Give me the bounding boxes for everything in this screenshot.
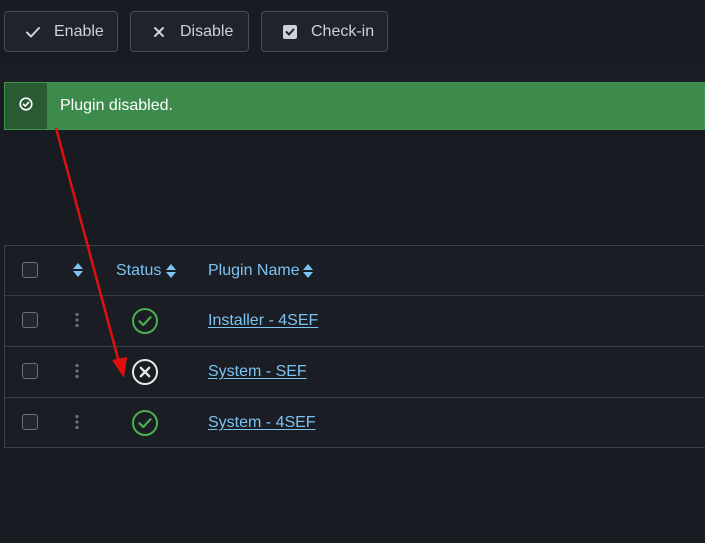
alert-message: Plugin disabled. — [60, 97, 173, 114]
plugin-name-link[interactable]: Installer - 4SEF — [208, 312, 318, 330]
x-circle-icon[interactable] — [131, 358, 159, 386]
toolbar: Enable Disable Check-in — [0, 0, 705, 64]
disable-button-label: Disable — [180, 22, 234, 40]
plugin-name-column-header[interactable]: Plugin Name — [208, 262, 300, 280]
checkin-button-label: Check-in — [311, 22, 375, 40]
check-circle-icon[interactable] — [131, 409, 159, 437]
success-alert: Plugin disabled. — [4, 82, 705, 130]
table-row: System - SEF — [5, 346, 705, 396]
table-row: Installer - 4SEF — [5, 295, 705, 345]
status-column-header[interactable]: Status — [116, 262, 161, 280]
drag-handle-icon[interactable] — [74, 414, 80, 430]
drag-handle-icon[interactable] — [74, 312, 80, 328]
select-all-checkbox[interactable] — [22, 262, 38, 278]
ordering-sort-icon[interactable] — [73, 263, 83, 277]
alert-icon-box — [5, 83, 47, 129]
row-checkbox[interactable] — [22, 363, 38, 379]
table-row: System - 4SEF — [5, 397, 705, 447]
status-sort-icon[interactable] — [166, 264, 176, 278]
drag-handle-icon[interactable] — [74, 363, 80, 379]
checkin-button[interactable]: Check-in — [261, 11, 388, 52]
enable-button-label: Enable — [54, 22, 104, 40]
plugin-name-sort-icon[interactable] — [303, 264, 313, 278]
enable-button[interactable]: Enable — [4, 11, 118, 52]
row-checkbox[interactable] — [22, 414, 38, 430]
close-icon — [149, 22, 169, 42]
table-header: Status Plugin Name — [5, 246, 705, 295]
plugin-name-link[interactable]: System - SEF — [208, 363, 307, 381]
check-circle-icon[interactable] — [131, 307, 159, 335]
checkbox-checked-icon — [280, 22, 300, 42]
row-checkbox[interactable] — [22, 312, 38, 328]
check-circle-icon — [19, 96, 33, 116]
disable-button[interactable]: Disable — [130, 11, 249, 52]
toolbar-divider — [0, 64, 705, 82]
plugin-name-link[interactable]: System - 4SEF — [208, 414, 316, 432]
plugins-table: Status Plugin Name Installer - 4SEF Syst… — [4, 245, 705, 448]
check-icon — [23, 22, 43, 42]
